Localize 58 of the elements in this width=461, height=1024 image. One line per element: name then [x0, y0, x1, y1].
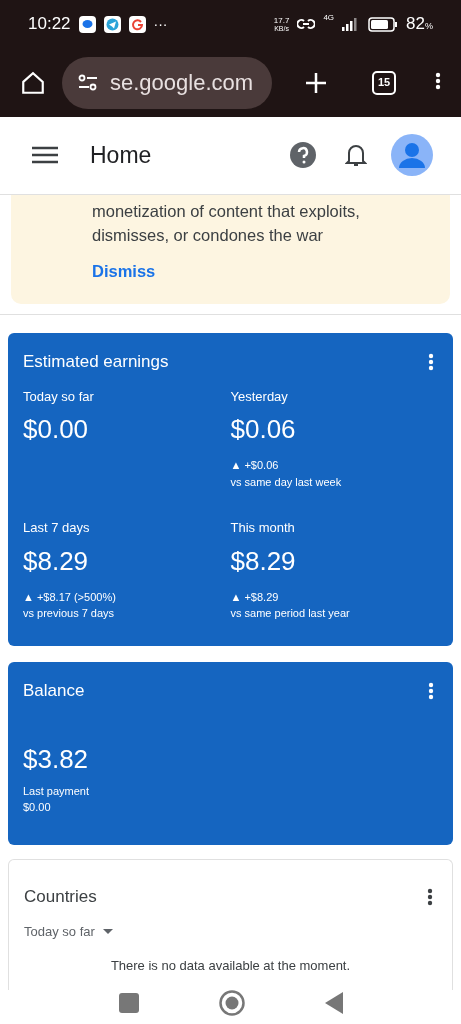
home-nav-button[interactable]	[218, 990, 245, 1016]
metric-value: $8.29	[23, 544, 90, 578]
url-text: se.google.com	[110, 69, 254, 97]
card-title: Estimated earnings	[23, 350, 169, 373]
dismiss-link[interactable]: Dismiss	[92, 258, 156, 284]
metric-comparison: vs previous 7 days	[23, 606, 116, 622]
period-dropdown[interactable]: Today so far	[24, 921, 113, 942]
site-settings-icon	[78, 73, 98, 92]
address-bar[interactable]: se.google.com	[62, 56, 272, 109]
metric-value: $8.29	[230, 544, 297, 578]
metric-label: This month	[230, 519, 296, 538]
last-payment-value: $0.00	[23, 800, 52, 816]
bell-icon	[345, 142, 367, 169]
page-title: Home	[90, 141, 152, 171]
tab-count-button[interactable]: 15	[372, 70, 396, 95]
metric-change: ▲ +$0.06	[230, 458, 280, 474]
empty-message: There is no data available at the moment.	[110, 958, 351, 974]
network-type: 4G	[323, 12, 335, 24]
metric-label: Last 7 days	[23, 519, 91, 538]
more-options-icon	[428, 681, 434, 700]
message-icon	[78, 15, 96, 33]
more-options-icon	[435, 72, 441, 90]
battery-icon	[368, 16, 399, 32]
network-speed: 17.7	[273, 16, 290, 25]
metric-label: Yesterday	[230, 387, 289, 406]
more-options-icon	[427, 887, 433, 906]
caret-icon	[102, 928, 113, 934]
percent-sign: %	[425, 21, 433, 34]
battery-percent: 82	[406, 13, 425, 36]
metric-change: ▲ +$8.17 (>500%)	[23, 589, 117, 605]
home-icon	[20, 69, 46, 96]
last-payment-label: Last payment	[23, 783, 91, 799]
metric-comparison: vs same period last year	[230, 606, 351, 622]
menu-icon	[32, 146, 58, 165]
square-icon	[118, 993, 139, 1013]
back-icon	[324, 992, 343, 1014]
home-circle-icon	[218, 990, 245, 1016]
card-title: Balance	[23, 679, 85, 702]
account-button[interactable]	[391, 134, 433, 177]
card-title: Countries	[24, 885, 97, 908]
avatar-icon	[391, 134, 433, 177]
metric-value: $0.00	[23, 413, 90, 447]
clock: 10:22	[28, 13, 71, 36]
metric-value: $0.06	[230, 413, 297, 447]
metric-label: Today so far	[23, 387, 95, 406]
back-button[interactable]	[324, 992, 343, 1014]
link-icon	[297, 17, 316, 31]
more-notifications: ···	[153, 14, 168, 34]
help-icon	[289, 141, 317, 170]
paper-plane-icon	[103, 15, 121, 33]
more-options-icon	[428, 352, 434, 371]
recents-button[interactable]	[118, 993, 139, 1013]
g-letter-icon	[128, 15, 146, 33]
metric-comparison: vs same day last week	[230, 474, 343, 490]
plus-icon	[304, 70, 328, 95]
banner-text: monetization of content that exploits, dismisses, or condones the war	[92, 200, 361, 246]
metric-change: ▲ +$8.29	[230, 589, 280, 605]
balance-value: $3.82	[23, 742, 90, 776]
